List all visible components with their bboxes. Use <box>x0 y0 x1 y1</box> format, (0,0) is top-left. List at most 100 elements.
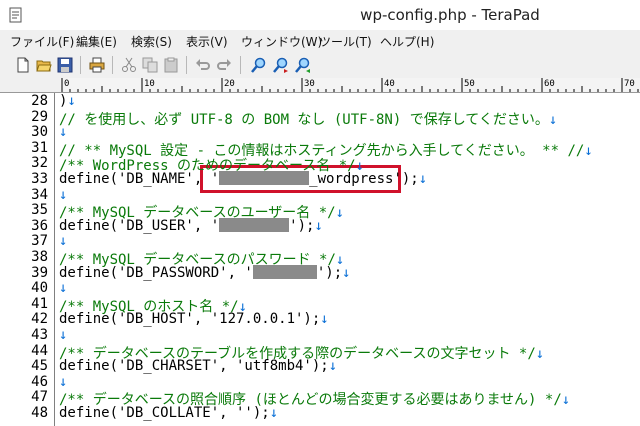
ruler-label: 50 <box>464 79 475 89</box>
code-text: _wordpress'); <box>309 171 419 187</box>
ruler-corner <box>0 78 60 93</box>
code-line[interactable]: ↓ <box>59 374 67 390</box>
copy-icon[interactable] <box>141 56 159 74</box>
code-line[interactable]: ↓ <box>59 280 67 296</box>
code-text: define('DB_HOST', '127.0.0.1'); <box>59 311 321 328</box>
menu-tools[interactable]: ツール(T) <box>319 33 372 50</box>
menu-help[interactable]: ヘルプ(H) <box>380 33 434 50</box>
line-number: 44 <box>31 342 48 359</box>
code-line[interactable]: define('DB_HOST', '127.0.0.1');↓ <box>59 311 329 327</box>
redo-icon[interactable] <box>215 56 233 74</box>
code-text: define('DB_COLLATE', ''); <box>59 405 270 421</box>
line-number: 41 <box>31 295 48 312</box>
line-break-mark: ↓ <box>314 217 323 234</box>
save-icon[interactable] <box>56 56 74 74</box>
title-bar: wp-config.php - TeraPad <box>0 0 640 30</box>
line-number: 40 <box>31 280 48 297</box>
find-prev-icon[interactable] <box>294 56 312 74</box>
code-line[interactable]: define('DB_COLLATE', '');↓ <box>59 405 278 421</box>
code-text: define('DB_CHARSET', 'utf8mb4'); <box>59 358 329 375</box>
find-icon[interactable] <box>250 56 268 74</box>
line-break-mark: ↓ <box>335 205 345 222</box>
toolbar <box>0 52 640 79</box>
code-line[interactable]: define('DB_NAME', ' _wordpress');↓ <box>59 171 427 187</box>
line-break-mark: ↓ <box>328 358 338 375</box>
line-break-mark: ↓ <box>59 124 68 141</box>
code-line[interactable]: ↓ <box>59 187 67 203</box>
line-break-mark: ↓ <box>269 405 279 421</box>
code-line[interactable]: define('DB_CHARSET', 'utf8mb4');↓ <box>59 358 337 374</box>
undo-icon[interactable] <box>194 56 212 74</box>
code-text: define('DB_USER', ' <box>59 217 220 234</box>
code-text: define('DB_PASSWORD', ' <box>59 264 253 281</box>
line-break-mark: ↓ <box>342 264 351 281</box>
line-number: 42 <box>31 311 48 328</box>
line-number: 34 <box>31 186 48 203</box>
line-break-mark: ↓ <box>561 392 571 409</box>
code-line[interactable]: define('DB_PASSWORD', ' ');↓ <box>59 264 351 281</box>
line-number: 38 <box>31 249 48 265</box>
ruler-label: 0 <box>64 79 70 89</box>
menu-edit[interactable]: 編集(E) <box>76 33 117 50</box>
menu-view[interactable]: 表示(V) <box>186 33 228 50</box>
line-number: 43 <box>31 327 48 343</box>
code-text: // を使用し、必ず UTF-8 の BOM なし (UTF-8N) で保存して… <box>59 111 549 128</box>
code-text: define('DB_NAME', ' <box>59 171 220 187</box>
code-text: '); <box>316 264 343 281</box>
print-icon[interactable] <box>88 56 106 74</box>
line-number: 35 <box>31 202 48 219</box>
cut-icon[interactable] <box>120 56 138 74</box>
ruler-label: 70 <box>624 79 635 89</box>
line-break-mark: ↓ <box>584 142 593 159</box>
line-break-mark: ↓ <box>320 311 329 328</box>
toolbar-separator <box>186 56 187 74</box>
toolbar-separator <box>80 56 81 74</box>
ruler-label: 30 <box>304 79 315 89</box>
line-break-mark: ↓ <box>59 186 68 203</box>
code-line[interactable]: // を使用し、必ず UTF-8 の BOM なし (UTF-8N) で保存して… <box>59 109 557 129</box>
line-break-mark: ↓ <box>59 327 68 343</box>
line-break-mark: ↓ <box>418 171 428 187</box>
redacted-value <box>252 264 317 279</box>
menu-search[interactable]: 検索(S) <box>131 33 172 50</box>
line-number: 32 <box>31 155 48 172</box>
menu-bar: ファイル(F) 編集(E) 検索(S) 表示(V) ウィンドウ(W) ツール(T… <box>0 30 640 52</box>
menu-file[interactable]: ファイル(F) <box>10 33 74 50</box>
window-title: wp-config.php - TeraPad <box>360 6 540 24</box>
line-number: 45 <box>31 358 48 375</box>
line-number: 31 <box>31 139 48 156</box>
line-number-gutter: 28 29 30 31 32 33 34 35 36 37 38 39 40 41 42 43 44 45 46 47… <box>0 93 55 426</box>
ruler-label: 60 <box>544 79 555 89</box>
code-line[interactable]: ↓ <box>59 124 67 140</box>
line-number: 46 <box>31 373 48 390</box>
line-number: 47 <box>31 389 48 406</box>
find-next-icon[interactable] <box>272 56 290 74</box>
text-editor-area[interactable]: )↓ // を使用し、必ず UTF-8 の BOM なし (UTF-8N) で保存… <box>55 93 640 426</box>
code-line[interactable]: ↓ <box>59 233 67 249</box>
toolbar-separator <box>240 56 241 74</box>
line-break-mark: ↓ <box>59 280 68 297</box>
menu-window[interactable]: ウィンドウ(W) <box>241 33 322 50</box>
code-line[interactable]: define('DB_USER', ' ');↓ <box>59 217 323 234</box>
code-text: '); <box>289 217 315 234</box>
line-number: 36 <box>31 217 48 234</box>
line-number: 30 <box>31 124 48 141</box>
line-break-mark: ↓ <box>59 373 68 390</box>
line-number: 28 <box>31 93 48 109</box>
code-line[interactable]: )↓ <box>59 93 76 109</box>
line-break-mark: ↓ <box>67 93 76 109</box>
redacted-value <box>219 171 310 185</box>
line-number: 37 <box>31 233 48 250</box>
paste-icon[interactable] <box>162 56 180 74</box>
line-break-mark: ↓ <box>59 233 68 250</box>
line-number: 29 <box>31 108 48 125</box>
line-number: 33 <box>31 171 48 187</box>
ruler-label: 20 <box>224 79 235 89</box>
line-break-mark: ↓ <box>535 345 545 362</box>
open-folder-icon[interactable] <box>35 56 53 74</box>
ruler-label: 10 <box>144 79 155 89</box>
line-number: 39 <box>31 264 48 281</box>
new-file-icon[interactable] <box>14 56 32 74</box>
code-line[interactable]: ↓ <box>59 327 67 343</box>
line-number: 48 <box>31 405 48 421</box>
